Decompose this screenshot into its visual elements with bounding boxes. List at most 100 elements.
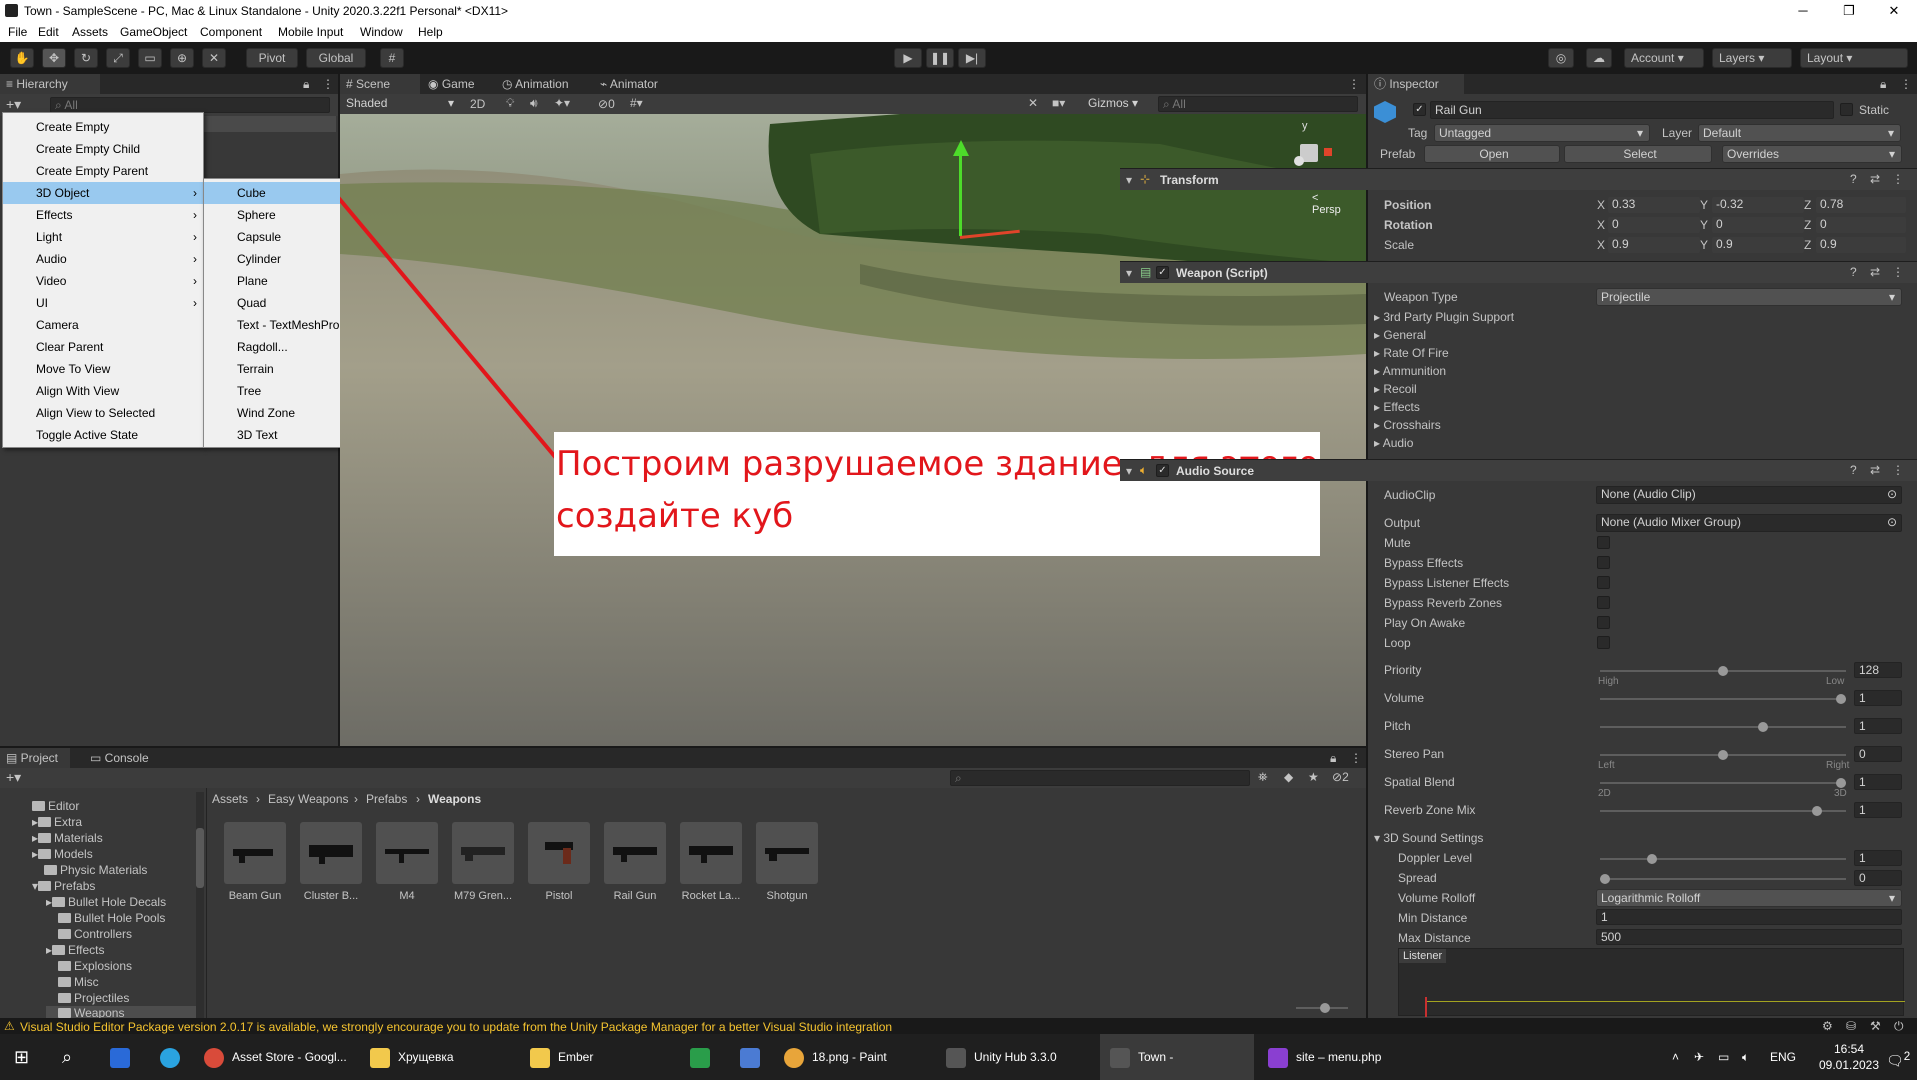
foldout-effects[interactable]: ▸ Effects: [1374, 400, 1420, 414]
status-bar[interactable]: ⚠ Visual Studio Editor Package version 2…: [0, 1018, 1917, 1034]
scale-x-field[interactable]: 0.9: [1608, 237, 1700, 253]
maximize-button[interactable]: ❐: [1826, 0, 1872, 22]
weapon-enabled-checkbox[interactable]: ✓: [1156, 266, 1169, 279]
taskbar-item-chrome[interactable]: Asset Store - Googl...: [204, 1034, 354, 1080]
menu-component[interactable]: Component: [200, 25, 262, 39]
menu-item-align-with-view[interactable]: Align With View: [3, 380, 203, 402]
prefab-overrides-dropdown[interactable]: Overrides ▾: [1722, 145, 1902, 163]
rotation-y-field[interactable]: 0: [1712, 217, 1804, 233]
audio-icon[interactable]: 🔊︎: [530, 96, 538, 111]
folder-bullet-hole-decals[interactable]: ▸ Bullet Hole Decals: [46, 895, 166, 909]
folder-explosions[interactable]: Explosions: [58, 959, 132, 973]
spatial-blend-field[interactable]: 1: [1854, 774, 1902, 790]
folder-bullet-hole-pools[interactable]: Bullet Hole Pools: [58, 911, 165, 925]
slider-knob[interactable]: [1836, 694, 1846, 704]
scene-viewport[interactable]: y < Persp Построим разрушаемое здание, д…: [340, 114, 1366, 746]
volume-rolloff-dropdown[interactable]: Logarithmic Rolloff ▾: [1596, 889, 1902, 907]
foldout-3rd-party[interactable]: ▸ 3rd Party Plugin Support: [1374, 310, 1514, 324]
slider-knob[interactable]: [1600, 874, 1610, 884]
kebab-menu-icon[interactable]: ⋮: [1892, 172, 1904, 186]
folder-projectiles[interactable]: Projectiles: [58, 991, 129, 1005]
foldout-rate-of-fire[interactable]: ▸ Rate Of Fire: [1374, 346, 1449, 360]
minimize-button[interactable]: ─: [1780, 0, 1826, 22]
menu-item-create-empty[interactable]: Create Empty: [3, 116, 203, 138]
pause-button[interactable]: ❚❚: [926, 48, 954, 68]
cache-icon[interactable]: ⛁: [1846, 1019, 1856, 1033]
min-distance-field[interactable]: 1: [1596, 909, 1902, 925]
thumbnail-size-slider[interactable]: [1296, 1003, 1348, 1013]
layout-dropdown[interactable]: Layout ▾: [1800, 48, 1908, 68]
rotate-tool-icon[interactable]: ↻: [74, 48, 98, 68]
asset-item[interactable]: M4: [375, 822, 439, 902]
lock-icon[interactable]: 🔒︎: [1880, 77, 1886, 92]
preset-icon[interactable]: ⇄: [1870, 265, 1880, 279]
active-checkbox[interactable]: ✓: [1413, 103, 1426, 116]
stereo-pan-field[interactable]: 0: [1854, 746, 1902, 762]
excel-icon[interactable]: [690, 1034, 718, 1080]
add-create-button[interactable]: +▾: [6, 96, 21, 113]
spread-slider[interactable]: [1600, 874, 1846, 884]
asset-item[interactable]: M79 Gren...: [451, 822, 515, 902]
kebab-menu-icon[interactable]: ⋮: [322, 77, 334, 91]
project-search-input[interactable]: ⌕: [950, 770, 1250, 786]
hand-tool-icon[interactable]: ✋: [10, 48, 34, 68]
audio-enabled-checkbox[interactable]: ✓: [1156, 464, 1169, 477]
spread-field[interactable]: 0: [1854, 870, 1902, 886]
folder-misc[interactable]: Misc: [58, 975, 99, 989]
menu-edit[interactable]: Edit: [38, 25, 59, 39]
volume-field[interactable]: 1: [1854, 690, 1902, 706]
menu-help[interactable]: Help: [418, 25, 443, 39]
foldout-general[interactable]: ▸ General: [1374, 328, 1426, 342]
foldout-crosshairs[interactable]: ▸ Crosshairs: [1374, 418, 1441, 432]
telegram-tray-icon[interactable]: ✈: [1694, 1034, 1704, 1080]
kebab-menu-icon[interactable]: ⋮: [1892, 265, 1904, 279]
position-y-field[interactable]: -0.32: [1712, 197, 1804, 213]
tab-game[interactable]: ◉ Game: [422, 74, 488, 94]
tab-scene[interactable]: # Scene: [340, 74, 420, 94]
audioclip-field[interactable]: None (Audio Clip) ⊙: [1596, 486, 1902, 504]
folder-weapons[interactable]: Weapons: [46, 1006, 196, 1018]
hierarchy-search-input[interactable]: ⌕ All: [50, 97, 330, 113]
taskview-icon[interactable]: [110, 1034, 138, 1080]
move-tool-icon[interactable]: ✥: [42, 48, 66, 68]
taskbar-item-unity-editor[interactable]: Town - SampleScen...: [1100, 1034, 1254, 1080]
calculator-icon[interactable]: [740, 1034, 768, 1080]
stereo-pan-slider[interactable]: [1600, 750, 1846, 760]
folder-extra[interactable]: ▸ Extra: [32, 815, 82, 829]
folder-editor[interactable]: Editor: [32, 799, 79, 813]
menu-item-camera[interactable]: Camera: [3, 314, 203, 336]
clock[interactable]: 16:54 09.01.2023: [1818, 1034, 1880, 1080]
shading-mode-dropdown[interactable]: Shaded ▾: [342, 95, 460, 113]
menu-item-video[interactable]: Video ›: [3, 270, 203, 292]
tab-animation[interactable]: ◷ Animation: [496, 74, 586, 94]
position-x-field[interactable]: 0.33: [1608, 197, 1700, 213]
notification-icon[interactable]: 🗨︎2: [1886, 1034, 1910, 1080]
menu-item-3d-object[interactable]: 3D Object ›: [3, 182, 203, 204]
cloud-icon[interactable]: ☁: [1586, 48, 1612, 68]
help-icon[interactable]: ?: [1850, 172, 1857, 186]
transform-tool-icon[interactable]: ⊕: [170, 48, 194, 68]
taskbar-item-unity-hub[interactable]: Unity Hub 3.3.0: [946, 1034, 1096, 1080]
hidden-objects-icon[interactable]: ⊘0: [598, 97, 615, 111]
audio-source-header[interactable]: ▾ 🔈︎ ✓ Audio Source ? ⇄ ⋮: [1120, 459, 1917, 481]
mute-checkbox[interactable]: [1597, 536, 1610, 549]
folder-materials[interactable]: ▸ Materials: [32, 831, 103, 845]
loop-checkbox[interactable]: [1597, 636, 1610, 649]
play-button[interactable]: ▶: [894, 48, 922, 68]
object-picker-icon[interactable]: ⊙: [1887, 487, 1897, 501]
taskbar-item-folder2[interactable]: Ember: [530, 1034, 670, 1080]
rolloff-curve-graph[interactable]: Listener: [1398, 948, 1905, 1017]
chevron-up-icon[interactable]: ˄: [1672, 1034, 1679, 1080]
kebab-menu-icon[interactable]: ⋮: [1350, 751, 1362, 765]
close-button[interactable]: ✕: [1871, 0, 1917, 22]
priority-field[interactable]: 128: [1854, 662, 1902, 678]
menu-window[interactable]: Window: [360, 25, 403, 39]
folder-physic-materials[interactable]: Physic Materials: [44, 863, 147, 877]
global-toggle[interactable]: Global: [306, 48, 366, 68]
scrollbar-thumb[interactable]: [196, 828, 204, 888]
add-asset-button[interactable]: +▾: [6, 769, 21, 786]
tools-icon[interactable]: ✕: [1028, 96, 1038, 110]
search-icon[interactable]: ⌕: [62, 1034, 72, 1080]
scene-row[interactable]: [200, 116, 336, 132]
foldout-recoil[interactable]: ▸ Recoil: [1374, 382, 1417, 396]
